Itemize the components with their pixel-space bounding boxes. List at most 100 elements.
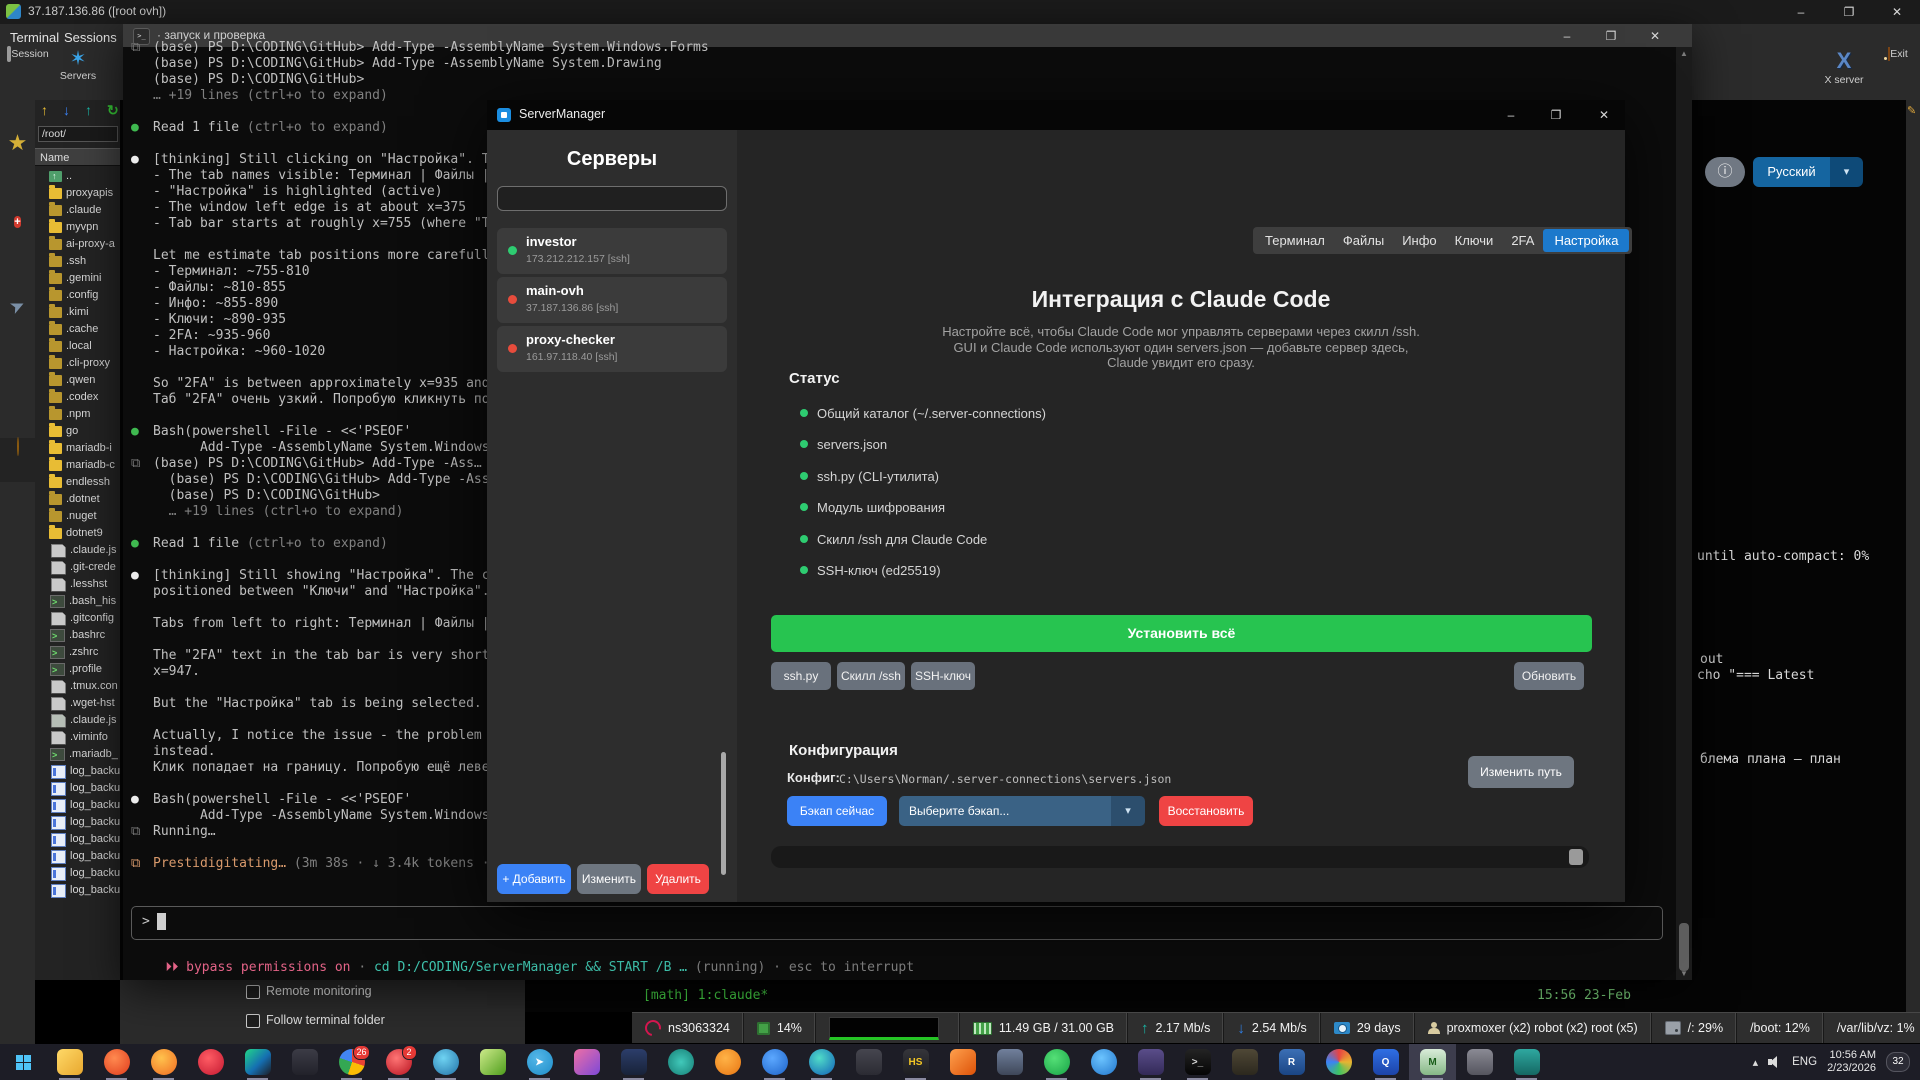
file-item[interactable]: .mariadb_ (37, 746, 120, 763)
server-card[interactable]: main-ovh 37.187.136.86 [ssh] (497, 277, 727, 323)
file-item[interactable]: .dotnet (37, 491, 120, 508)
close-icon[interactable]: ✕ (1636, 26, 1674, 46)
taskbar-app[interactable]: ➤ (516, 1044, 563, 1080)
follow-terminal-folder-checkbox[interactable] (246, 1014, 260, 1028)
minimize-icon[interactable]: – (1782, 2, 1820, 22)
taskbar-app[interactable]: R (1268, 1044, 1315, 1080)
chevron-down-icon[interactable]: ▾ (1830, 157, 1863, 187)
taskbar-app[interactable] (1127, 1044, 1174, 1080)
skill-ssh-button[interactable]: Скилл /ssh (837, 662, 905, 690)
taskbar-app[interactable]: Q (1362, 1044, 1409, 1080)
taskbar-app[interactable]: >_ (1174, 1044, 1221, 1080)
taskbar-app[interactable] (1080, 1044, 1127, 1080)
delete-server-button[interactable]: Удалить (647, 864, 709, 894)
info-button[interactable]: ⓘ (1705, 157, 1745, 187)
taskbar-app[interactable] (140, 1044, 187, 1080)
taskbar-app[interactable] (93, 1044, 140, 1080)
language-select[interactable]: Русский (1753, 157, 1830, 187)
taskbar-app[interactable] (422, 1044, 469, 1080)
taskbar-app[interactable] (46, 1044, 93, 1080)
file-item[interactable]: .profile (37, 661, 120, 678)
maximize-icon[interactable]: ❐ (1537, 105, 1575, 125)
scroll-up-icon[interactable]: ▲ (1676, 49, 1692, 58)
file-item[interactable]: .lesshst (37, 576, 120, 593)
tools-dock-icon[interactable]: + (0, 212, 35, 256)
file-item[interactable]: dotnet9 (37, 525, 120, 542)
servers-button[interactable]: ✶ Servers (54, 48, 102, 82)
folder-up-icon[interactable]: ↑ (41, 102, 48, 118)
taskbar-app[interactable]: 26 (328, 1044, 375, 1080)
file-item[interactable]: .cli-proxy (37, 355, 120, 372)
clock[interactable]: 10:56 AM 2/23/2026 (1827, 1049, 1876, 1075)
file-item[interactable]: .bash_his (37, 593, 120, 610)
start-button[interactable] (0, 1044, 46, 1080)
file-item[interactable]: .codex (37, 389, 120, 406)
file-item[interactable]: mariadb-c (37, 457, 120, 474)
file-item[interactable]: .zshrc (37, 644, 120, 661)
session-button[interactable]: Session (4, 48, 52, 60)
taskbar-app[interactable] (704, 1044, 751, 1080)
ssh-py-button[interactable]: ssh.py (771, 662, 831, 690)
taskbar-app[interactable] (986, 1044, 1033, 1080)
menu-terminal[interactable]: Terminal (10, 30, 59, 45)
restore-button[interactable]: Восстановить (1159, 796, 1253, 826)
taskbar-app[interactable] (845, 1044, 892, 1080)
file-item[interactable]: proxyapis (37, 185, 120, 202)
file-item[interactable]: log_backu (37, 763, 120, 780)
taskbar-app[interactable] (563, 1044, 610, 1080)
file-item[interactable]: .claude (37, 202, 120, 219)
tray-expand-icon[interactable]: ▴ (1753, 1056, 1759, 1069)
horizontal-scrollbar[interactable] (771, 846, 1589, 868)
add-server-button[interactable]: + Добавить (497, 864, 571, 894)
file-item[interactable]: log_backu (37, 831, 120, 848)
upload-icon[interactable]: ↑ (85, 102, 92, 118)
taskbar-app[interactable] (657, 1044, 704, 1080)
server-card[interactable]: investor 173.212.212.157 [ssh] (497, 228, 727, 274)
maximize-icon[interactable]: ❐ (1592, 26, 1630, 46)
refresh-button[interactable]: Обновить (1514, 662, 1584, 690)
file-item[interactable]: .nuget (37, 508, 120, 525)
file-item[interactable]: go (37, 423, 120, 440)
close-icon[interactable]: ✕ (1585, 105, 1623, 125)
file-item[interactable]: .local (37, 338, 120, 355)
taskbar-app[interactable] (1315, 1044, 1362, 1080)
file-item[interactable]: .claude.js (37, 542, 120, 559)
backup-now-button[interactable]: Бэкап сейчас (787, 796, 887, 826)
download-icon[interactable]: ↓ (63, 102, 70, 118)
server-card[interactable]: proxy-checker 161.97.118.40 [ssh] (497, 326, 727, 372)
file-item[interactable]: .git-crede (37, 559, 120, 576)
file-item[interactable]: mariadb-i (37, 440, 120, 457)
backup-select[interactable]: Выберите бэкап... (899, 796, 1121, 826)
taskbar-app[interactable] (751, 1044, 798, 1080)
file-item[interactable]: .config (37, 287, 120, 304)
tab[interactable]: 2FA (1502, 229, 1543, 252)
file-item[interactable]: log_backu (37, 780, 120, 797)
path-input[interactable] (38, 126, 118, 142)
taskbar-app[interactable]: M (1409, 1044, 1456, 1080)
ssh-key-button[interactable]: SSH-ключ (911, 662, 975, 690)
file-list-header[interactable]: Name (35, 148, 120, 166)
edit-server-button[interactable]: Изменить (577, 864, 641, 894)
scrollbar-thumb[interactable] (1569, 849, 1583, 865)
tab[interactable]: Терминал (1256, 229, 1334, 252)
server-search-input[interactable] (497, 186, 727, 211)
taskbar-app[interactable] (1503, 1044, 1550, 1080)
close-icon[interactable]: ✕ (1878, 2, 1916, 22)
taskbar-app[interactable] (281, 1044, 328, 1080)
file-item[interactable]: .npm (37, 406, 120, 423)
taskbar-app[interactable] (187, 1044, 234, 1080)
file-item[interactable]: log_backu (37, 865, 120, 882)
terminal-scrollbar[interactable]: ▲ ▼ (1676, 47, 1692, 980)
file-item[interactable]: .gemini (37, 270, 120, 287)
maximize-icon[interactable]: ❐ (1830, 2, 1868, 22)
file-item[interactable]: myvpn (37, 219, 120, 236)
minimize-icon[interactable]: – (1548, 26, 1586, 46)
tab[interactable]: Инфо (1393, 229, 1445, 252)
pencil-icon[interactable]: ✎ (1907, 104, 1916, 117)
file-item[interactable]: .wget-hst (37, 695, 120, 712)
taskbar-app[interactable] (234, 1044, 281, 1080)
file-item[interactable]: log_backu (37, 814, 120, 831)
taskbar-app[interactable] (1033, 1044, 1080, 1080)
file-item[interactable]: .ssh (37, 253, 120, 270)
notification-center[interactable]: 32 (1886, 1052, 1910, 1072)
